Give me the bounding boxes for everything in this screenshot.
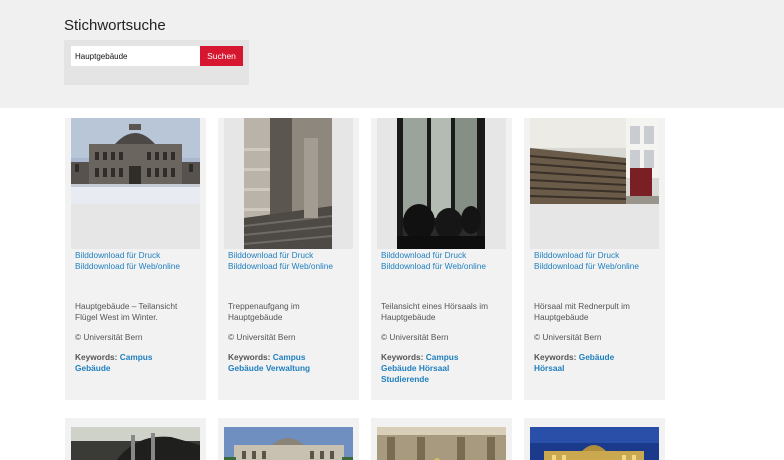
image-thumbnail[interactable]	[530, 118, 659, 249]
image-keywords: Keywords: Campus Gebäude Hörsaal Studier…	[381, 352, 506, 385]
image-keywords: Keywords: Campus Gebäude Verwaltung	[228, 352, 353, 374]
image-description: Teilansicht eines Hörsaals im Hauptgebäu…	[381, 301, 488, 322]
download-print-link[interactable]: Bilddownload für Druck	[228, 250, 353, 261]
image-card-8	[524, 418, 665, 460]
download-print-link[interactable]: Bilddownload für Druck	[381, 250, 506, 261]
download-web-link[interactable]: Bilddownload für Web/online	[75, 261, 200, 272]
download-links: Bilddownload für Druck Bilddownload für …	[228, 250, 353, 272]
download-web-link[interactable]: Bilddownload für Web/online	[534, 261, 659, 272]
search-title: Stichwortsuche	[64, 17, 166, 34]
image-copyright: © Universität Bern	[381, 332, 449, 342]
image-thumbnail[interactable]	[377, 118, 506, 249]
lecture-hall-lectern-photo[interactable]	[530, 118, 659, 204]
search-section: Stichwortsuche Suchen	[0, 0, 784, 108]
building-photo[interactable]	[71, 118, 200, 204]
download-web-link[interactable]: Bilddownload für Web/online	[381, 261, 506, 272]
download-web-link[interactable]: Bilddownload für Web/online	[228, 261, 353, 272]
image-copyright: © Universität Bern	[228, 332, 296, 342]
hall-interior-photo[interactable]	[377, 418, 506, 460]
image-description: Treppenaufgang im Hauptgebäude	[228, 301, 300, 322]
keywords-label: Keywords:	[381, 352, 424, 362]
keyword-link[interactable]: Studierende	[381, 374, 429, 384]
download-print-link[interactable]: Bilddownload für Druck	[75, 250, 200, 261]
image-description: Hauptgebäude – Teilansicht Flügel West i…	[75, 301, 178, 322]
image-card-3: Bilddownload für Druck Bilddownload für …	[371, 118, 512, 400]
keywords-label: Keywords:	[75, 352, 118, 362]
download-print-link[interactable]: Bilddownload für Druck	[534, 250, 659, 261]
image-card-2: Bilddownload für Druck Bilddownload für …	[218, 118, 359, 400]
keyword-link[interactable]: Verwaltung	[266, 363, 310, 373]
image-keywords: Keywords: Campus Gebäude	[75, 352, 200, 374]
lecture-hall-photo[interactable]	[397, 118, 485, 249]
download-links: Bilddownload für Druck Bilddownload für …	[381, 250, 506, 272]
download-links: Bilddownload für Druck Bilddownload für …	[75, 250, 200, 272]
keyword-link[interactable]: Hörsaal	[419, 363, 449, 373]
keywords-label: Keywords:	[228, 352, 271, 362]
keyword-link[interactable]: Campus	[426, 352, 459, 362]
search-button[interactable]: Suchen	[200, 46, 243, 66]
image-keywords: Keywords: Gebäude Hörsaal	[534, 352, 659, 374]
image-card-7	[371, 418, 512, 460]
image-thumbnail[interactable]	[71, 118, 200, 249]
image-copyright: © Universität Bern	[534, 332, 602, 342]
image-card-6	[218, 418, 359, 460]
keyword-link[interactable]: Gebäude	[381, 363, 417, 373]
image-description: Hörsaal mit Rednerpult im Hauptgebäude	[534, 301, 630, 322]
image-card-4: Bilddownload für Druck Bilddownload für …	[524, 118, 665, 400]
search-input[interactable]	[71, 46, 201, 66]
search-box: Suchen	[64, 40, 249, 85]
building-night-photo[interactable]	[530, 418, 659, 460]
staircase-photo[interactable]	[244, 118, 332, 249]
keyword-link[interactable]: Gebäude	[228, 363, 264, 373]
image-thumbnail[interactable]	[224, 118, 353, 249]
keyword-link[interactable]: Gebäude	[75, 363, 111, 373]
keyword-link[interactable]: Campus	[120, 352, 153, 362]
download-links: Bilddownload für Druck Bilddownload für …	[534, 250, 659, 272]
building-facade-photo[interactable]	[224, 418, 353, 460]
image-card-5	[65, 418, 206, 460]
keyword-link[interactable]: Gebäude	[579, 352, 615, 362]
keywords-label: Keywords:	[534, 352, 577, 362]
keyword-link[interactable]: Campus	[273, 352, 306, 362]
image-copyright: © Universität Bern	[75, 332, 143, 342]
keyword-link[interactable]: Hörsaal	[534, 363, 564, 373]
image-card-1: Bilddownload für Druck Bilddownload für …	[65, 118, 206, 400]
interior-photo[interactable]	[71, 418, 200, 460]
